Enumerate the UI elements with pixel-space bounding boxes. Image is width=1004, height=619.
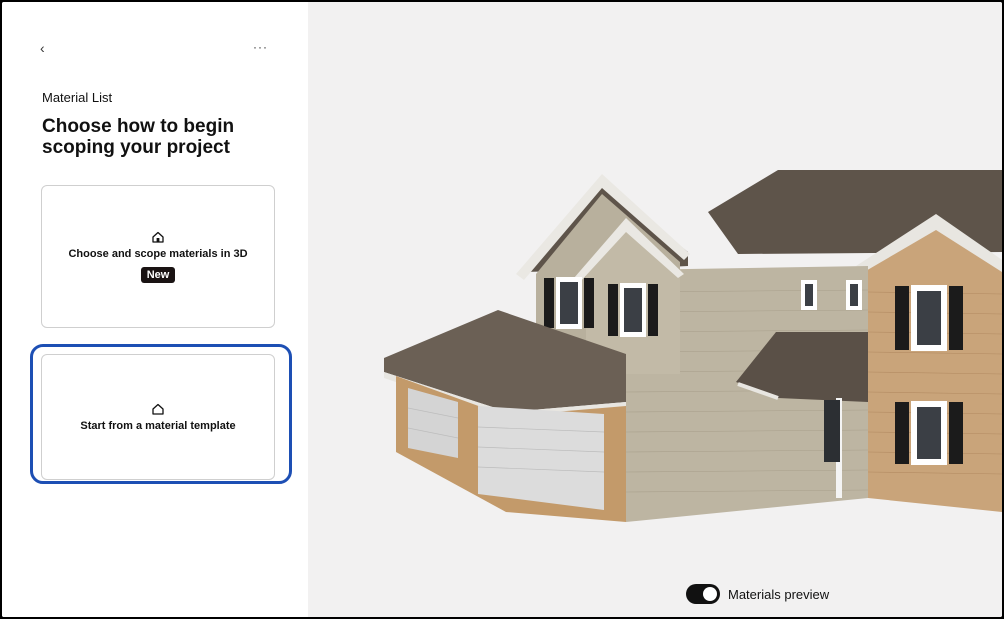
option-card-template[interactable]: Start from a material template: [41, 354, 275, 480]
more-icon[interactable]: ···: [253, 40, 268, 54]
back-icon[interactable]: ‹: [40, 40, 45, 56]
toggle-switch[interactable]: [686, 584, 720, 604]
option-label: Choose and scope materials in 3D: [68, 248, 248, 260]
option-card-3d[interactable]: Choose and scope materials in 3D New: [41, 185, 275, 328]
new-badge: New: [140, 267, 176, 283]
sidebar: ‹ ··· Material List Choose how to begin …: [2, 2, 308, 617]
section-kicker: Material List: [42, 90, 113, 105]
option-label: Start from a material template: [80, 420, 236, 432]
materials-preview-toggle[interactable]: Materials preview: [686, 584, 829, 604]
house-icon: [152, 231, 164, 243]
toggle-knob: [703, 587, 717, 601]
toggle-label: Materials preview: [728, 586, 830, 602]
app-window: ‹ ··· Material List Choose how to begin …: [2, 2, 1002, 617]
3d-viewer[interactable]: Materials preview: [308, 2, 1002, 617]
page-title: Choose how to begin scoping your project: [42, 116, 235, 158]
house-outline-icon: [152, 403, 164, 415]
house-3d-model[interactable]: [308, 2, 1002, 617]
